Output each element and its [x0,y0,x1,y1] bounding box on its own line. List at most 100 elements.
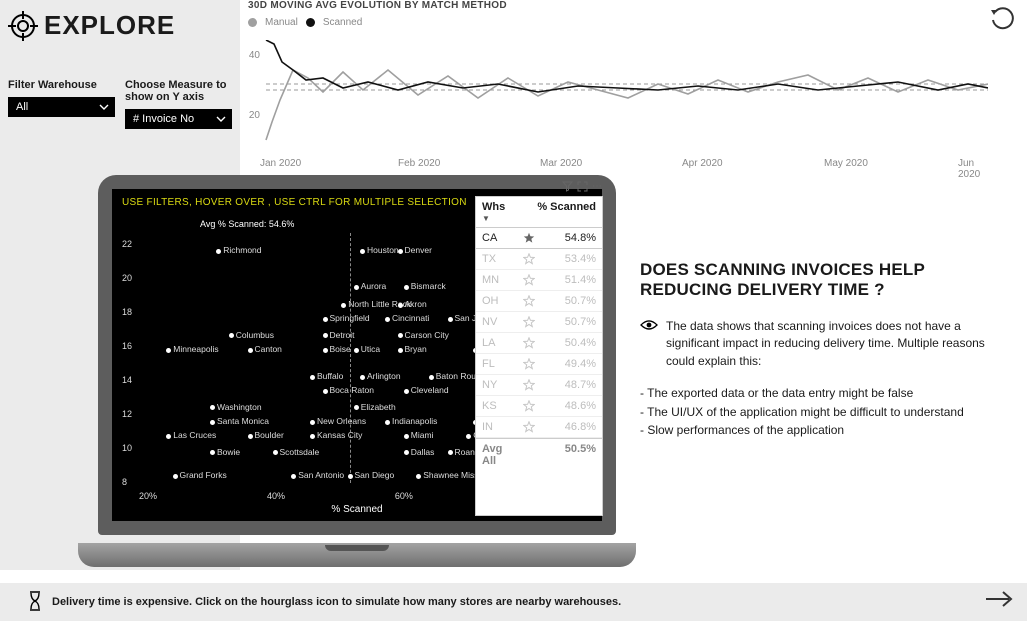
scatter-point[interactable]: Detroit [323,331,355,341]
star-icon[interactable] [520,253,538,265]
scatter-point[interactable]: Arlington [360,372,401,382]
scatter-point[interactable]: Minneapolis [166,345,218,355]
star-icon[interactable] [520,358,538,370]
hourglass-icon[interactable] [28,591,42,614]
star-icon[interactable] [520,337,538,349]
undo-icon[interactable] [989,6,1015,37]
table-row[interactable]: TX53.4% [476,249,602,270]
scatter-point-label: Grand Forks [180,470,227,480]
col-scanned-label[interactable]: % Scanned [520,197,602,227]
scatter-point[interactable]: Kansas City [310,431,362,441]
table-row[interactable]: NV50.7% [476,312,602,333]
table-row[interactable]: KS48.6% [476,396,602,417]
scatter-point[interactable]: Aurora [354,282,387,292]
table-row[interactable]: OH50.7% [476,291,602,312]
scatter-point[interactable]: Akron [398,300,427,310]
col-whs-label[interactable]: Whs [482,201,514,213]
scatter-point[interactable]: Richmond [216,246,261,256]
sy-tick: 16 [122,341,132,351]
focus-icon[interactable] [577,181,588,195]
table-row[interactable]: FL49.4% [476,354,602,375]
scatter-point[interactable]: Canton [248,345,282,355]
star-icon[interactable] [520,400,538,412]
star-icon[interactable] [520,274,538,286]
scatter-point[interactable]: Las Cruces [166,431,216,441]
sort-desc-icon[interactable]: ▼ [482,214,514,223]
next-arrow-icon[interactable] [985,590,1013,613]
star-icon[interactable] [520,295,538,307]
star-icon[interactable] [520,379,538,391]
star-icon[interactable] [520,421,538,433]
filter-warehouse-label: Filter Warehouse [8,79,115,91]
table-row[interactable]: CA54.8% [476,228,602,249]
brand: EXPLORE [8,10,232,41]
scatter-point[interactable]: Grand Forks [173,471,227,481]
scatter-point-label: Detroit [330,330,355,340]
filter-measure: Choose Measure to show on Y axis # Invoi… [125,79,232,129]
x-tick: Mar 2020 [540,158,582,169]
scatter-point[interactable]: Carson City [398,331,449,341]
star-icon[interactable] [520,232,538,244]
footer-text: Delivery time is expensive. Click on the… [52,596,621,608]
scatter-point[interactable]: Denver [398,246,432,256]
scatter-point[interactable]: Dallas [404,448,435,458]
scatter-point[interactable]: Bowie [210,448,240,458]
scatter-point[interactable]: Washington [210,403,262,413]
line-chart-plot[interactable]: 40 20 Jan 2020 Feb 2020 Mar 2020 Apr 202… [248,40,988,170]
scatter-point[interactable]: New Orleans [310,417,366,427]
scatter-point-label: Canton [255,344,282,354]
star-icon[interactable] [520,316,538,328]
sy-tick: 8 [122,477,127,487]
sy-tick: 12 [122,409,132,419]
cell-whs: NV [476,312,520,332]
scatter-point[interactable]: Cleveland [404,386,449,396]
scatter-point-label: Richmond [223,245,261,255]
table-row[interactable]: MN51.4% [476,270,602,291]
table-row[interactable]: NY48.7% [476,375,602,396]
scatter-point[interactable]: Houston [360,246,399,256]
scatter-point-label: Elizabeth [361,402,396,412]
scatter-point-label: Miami [411,430,434,440]
scatter-point[interactable]: Elizabeth [354,403,396,413]
table-row[interactable]: IN46.8% [476,417,602,438]
scatter-point-label: San Diego [355,470,395,480]
scatter-point[interactable]: Columbus [229,331,274,341]
scatter-point[interactable]: Scottsdale [273,448,320,458]
scatter-point[interactable]: Springfield [323,314,370,324]
cell-scanned: 54.8% [538,228,602,248]
footer-value: 50.5% [538,439,602,471]
scatter-point-label: Carson City [405,330,449,340]
sy-tick: 18 [122,307,132,317]
scatter-point[interactable]: San Antonio [291,471,344,481]
scatter-point[interactable]: Boise [323,345,351,355]
x-tick: May 2020 [824,158,868,169]
scatter-point-label: Utica [361,344,380,354]
scatter-point[interactable]: Cincinnati [385,314,429,324]
scatter-point[interactable]: Santa Monica [210,417,269,427]
more-icon[interactable]: ⋯ [592,181,602,195]
scatter-point[interactable]: Boulder [248,431,284,441]
avg-reference-line [350,233,351,483]
filter-measure-label: Choose Measure to show on Y axis [125,79,232,103]
scatter-point[interactable]: Boca Raton [323,386,374,396]
scatter-point[interactable]: Utica [354,345,380,355]
filter-icon[interactable] [562,181,573,195]
scatter-point-label: Buffalo [317,371,343,381]
filter-warehouse-select[interactable]: All [8,97,115,117]
scatter-point[interactable]: San Diego [348,471,395,481]
scatter-point[interactable]: Buffalo [310,372,343,382]
scatter-point[interactable]: Indianapolis [385,417,437,427]
cell-whs: OH [476,291,520,311]
sx-tick: 60% [395,491,413,501]
cell-whs: MN [476,270,520,290]
cell-whs: KS [476,396,520,416]
x-tick: Jun 2020 [958,158,988,180]
scanned-by-whs-table[interactable]: ⋯ Whs ▼ % Scanned CA54.8%TX53.4%MN51.4%O… [475,196,603,516]
table-toolbar: ⋯ [562,181,602,195]
scatter-point[interactable]: Miami [404,431,434,441]
table-row[interactable]: LA50.4% [476,333,602,354]
scatter-point[interactable]: Bismarck [404,282,446,292]
line-chart: 30D MOVING AVG EVOLUTION BY MATCH METHOD… [248,0,988,170]
scatter-point[interactable]: Bryan [398,345,427,355]
filter-measure-select[interactable]: # Invoice No [125,109,232,129]
